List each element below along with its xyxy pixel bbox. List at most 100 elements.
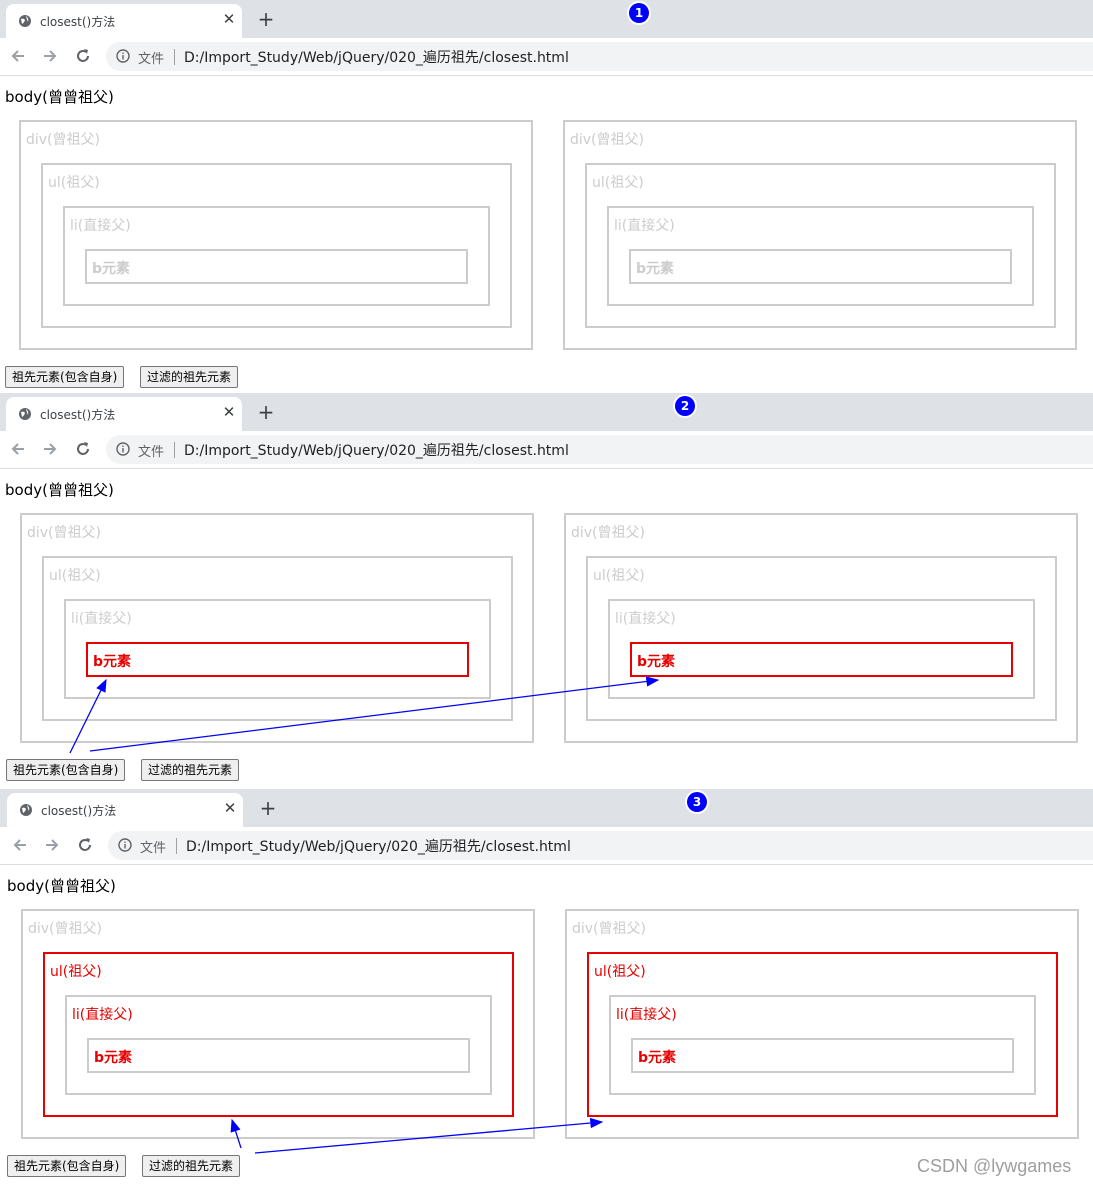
div-box-right: div(曾祖父) ul(祖父) li(直接父) b元素: [565, 909, 1079, 1139]
new-tab-button[interactable]: +: [256, 9, 276, 29]
ul-label: ul(祖父): [592, 175, 644, 191]
b-label: b元素: [94, 1050, 133, 1066]
back-arrow-icon[interactable]: [8, 439, 28, 459]
back-arrow-icon[interactable]: [10, 835, 30, 855]
li-box-left: li(直接父) b元素: [65, 995, 492, 1095]
div-label: div(曾祖父): [572, 921, 646, 937]
ul-box-right: ul(祖父) li(直接父) b元素: [585, 163, 1056, 328]
div-label: div(曾祖父): [28, 921, 102, 937]
info-icon[interactable]: [116, 442, 130, 456]
li-box-right: li(直接父) b元素: [607, 206, 1034, 306]
div-box-right: div(曾祖父) ul(祖父) li(直接父) b元素: [564, 513, 1078, 743]
div-label: div(曾祖父): [570, 132, 644, 148]
browser-toolbar: 文件 D:/Import_Study/Web/jQuery/020_遍历祖先/c…: [0, 431, 1093, 469]
tab-title: closest()方法: [41, 804, 117, 818]
li-box-left: li(直接父) b元素: [63, 206, 490, 306]
b-box-left: b元素: [87, 1038, 470, 1073]
tab-strip: closest()方法 ✕ + 1: [0, 0, 1093, 38]
divider: [174, 442, 175, 458]
url-text: D:/Import_Study/Web/jQuery/020_遍历祖先/clos…: [184, 50, 569, 66]
url-text: D:/Import_Study/Web/jQuery/020_遍历祖先/clos…: [186, 839, 571, 855]
div-label: div(曾祖父): [26, 132, 100, 148]
div-label: div(曾祖父): [27, 525, 101, 541]
divider: [176, 838, 177, 854]
file-label: 文件: [138, 445, 165, 460]
div-box-left: div(曾祖父) ul(祖父) li(直接父) b元素: [21, 909, 535, 1139]
divider: [174, 49, 175, 65]
tab-title: closest()方法: [40, 408, 116, 422]
new-tab-button[interactable]: +: [258, 798, 278, 818]
watermark: CSDN @lywgames: [917, 1156, 1072, 1176]
tab-strip: closest()方法 ✕ + 2: [0, 393, 1093, 431]
browser-tab[interactable]: closest()方法 ✕: [7, 793, 243, 827]
close-tab-icon[interactable]: ✕: [220, 10, 238, 28]
ul-box-right-highlighted: ul(祖父) li(直接父) b元素: [587, 952, 1058, 1117]
file-label: 文件: [140, 841, 167, 856]
ul-box-right: ul(祖父) li(直接父) b元素: [586, 556, 1057, 721]
li-label: li(直接父): [72, 1007, 133, 1023]
browser-panel-1: closest()方法 ✕ + 1 文件 D:/Import_Study/Web…: [0, 0, 1093, 393]
b-box-left-highlighted: b元素: [86, 642, 469, 677]
b-label: b元素: [93, 654, 132, 670]
browser-panel-3: closest()方法 ✕ + 3 文件 D:/Import_Study/Web…: [0, 789, 1093, 1182]
address-bar[interactable]: 文件 D:/Import_Study/Web/jQuery/020_遍历祖先/c…: [106, 42, 1093, 71]
globe-icon: [19, 15, 31, 27]
b-box-right: b元素: [631, 1038, 1014, 1073]
back-arrow-icon[interactable]: [8, 46, 28, 66]
body-label: body(曾曾祖父): [7, 877, 116, 895]
li-label: li(直接父): [615, 611, 676, 627]
div-box-left: div(曾祖父) ul(祖父) li(直接父) b元素: [20, 513, 534, 743]
ancestor-button[interactable]: 祖先元素(包含自身): [6, 759, 126, 781]
tab-strip: closest()方法 ✕ + 3: [0, 789, 1093, 827]
li-label: li(直接父): [616, 1007, 677, 1023]
browser-tab[interactable]: closest()方法 ✕: [6, 397, 242, 431]
li-label: li(直接父): [70, 218, 131, 234]
step-badge: 3: [687, 792, 707, 812]
b-label: b元素: [92, 261, 131, 277]
step-badge: 2: [675, 396, 695, 416]
ul-box-left-highlighted: ul(祖父) li(直接父) b元素: [43, 952, 514, 1117]
reload-icon[interactable]: [73, 439, 93, 459]
div-box-left: div(曾祖父) ul(祖父) li(直接父) b元素: [19, 120, 533, 350]
reload-icon[interactable]: [75, 835, 95, 855]
browser-toolbar: 文件 D:/Import_Study/Web/jQuery/020_遍历祖先/c…: [0, 827, 1093, 865]
close-tab-icon[interactable]: ✕: [221, 799, 239, 817]
globe-icon: [20, 804, 32, 816]
browser-tab[interactable]: closest()方法 ✕: [6, 4, 242, 38]
ul-box-left: ul(祖父) li(直接父) b元素: [41, 163, 512, 328]
new-tab-button[interactable]: +: [256, 402, 276, 422]
file-label: 文件: [138, 52, 165, 67]
body-label: body(曾曾祖父): [5, 88, 114, 106]
address-bar[interactable]: 文件 D:/Import_Study/Web/jQuery/020_遍历祖先/c…: [108, 831, 1093, 860]
ul-label: ul(祖父): [50, 964, 102, 980]
address-bar[interactable]: 文件 D:/Import_Study/Web/jQuery/020_遍历祖先/c…: [106, 435, 1093, 464]
reload-icon[interactable]: [73, 46, 93, 66]
browser-toolbar: 文件 D:/Import_Study/Web/jQuery/020_遍历祖先/c…: [0, 38, 1093, 76]
forward-arrow-icon[interactable]: [40, 46, 60, 66]
filtered-ancestor-button[interactable]: 过滤的祖先元素: [142, 1155, 241, 1177]
info-icon[interactable]: [116, 49, 130, 63]
ul-box-left: ul(祖父) li(直接父) b元素: [42, 556, 513, 721]
div-box-right: div(曾祖父) ul(祖父) li(直接父) b元素: [563, 120, 1077, 350]
b-label: b元素: [636, 261, 675, 277]
li-box-left: li(直接父) b元素: [64, 599, 491, 699]
ul-label: ul(祖父): [594, 964, 646, 980]
li-label: li(直接父): [71, 611, 132, 627]
url-text: D:/Import_Study/Web/jQuery/020_遍历祖先/clos…: [184, 443, 569, 459]
forward-arrow-icon[interactable]: [40, 439, 60, 459]
filtered-ancestor-button[interactable]: 过滤的祖先元素: [140, 366, 239, 388]
ul-label: ul(祖父): [48, 175, 100, 191]
info-icon[interactable]: [118, 838, 132, 852]
close-tab-icon[interactable]: ✕: [220, 403, 238, 421]
b-box-right: b元素: [629, 249, 1012, 284]
browser-panel-2: closest()方法 ✕ + 2 文件 D:/Import_Study/Web…: [0, 393, 1093, 786]
tab-title: closest()方法: [40, 15, 116, 29]
li-box-right: li(直接父) b元素: [609, 995, 1036, 1095]
filtered-ancestor-button[interactable]: 过滤的祖先元素: [141, 759, 240, 781]
ancestor-button[interactable]: 祖先元素(包含自身): [7, 1155, 127, 1177]
ancestor-button[interactable]: 祖先元素(包含自身): [5, 366, 125, 388]
step-badge: 1: [629, 3, 649, 23]
forward-arrow-icon[interactable]: [42, 835, 62, 855]
li-box-right: li(直接父) b元素: [608, 599, 1035, 699]
b-box-right-highlighted: b元素: [630, 642, 1013, 677]
